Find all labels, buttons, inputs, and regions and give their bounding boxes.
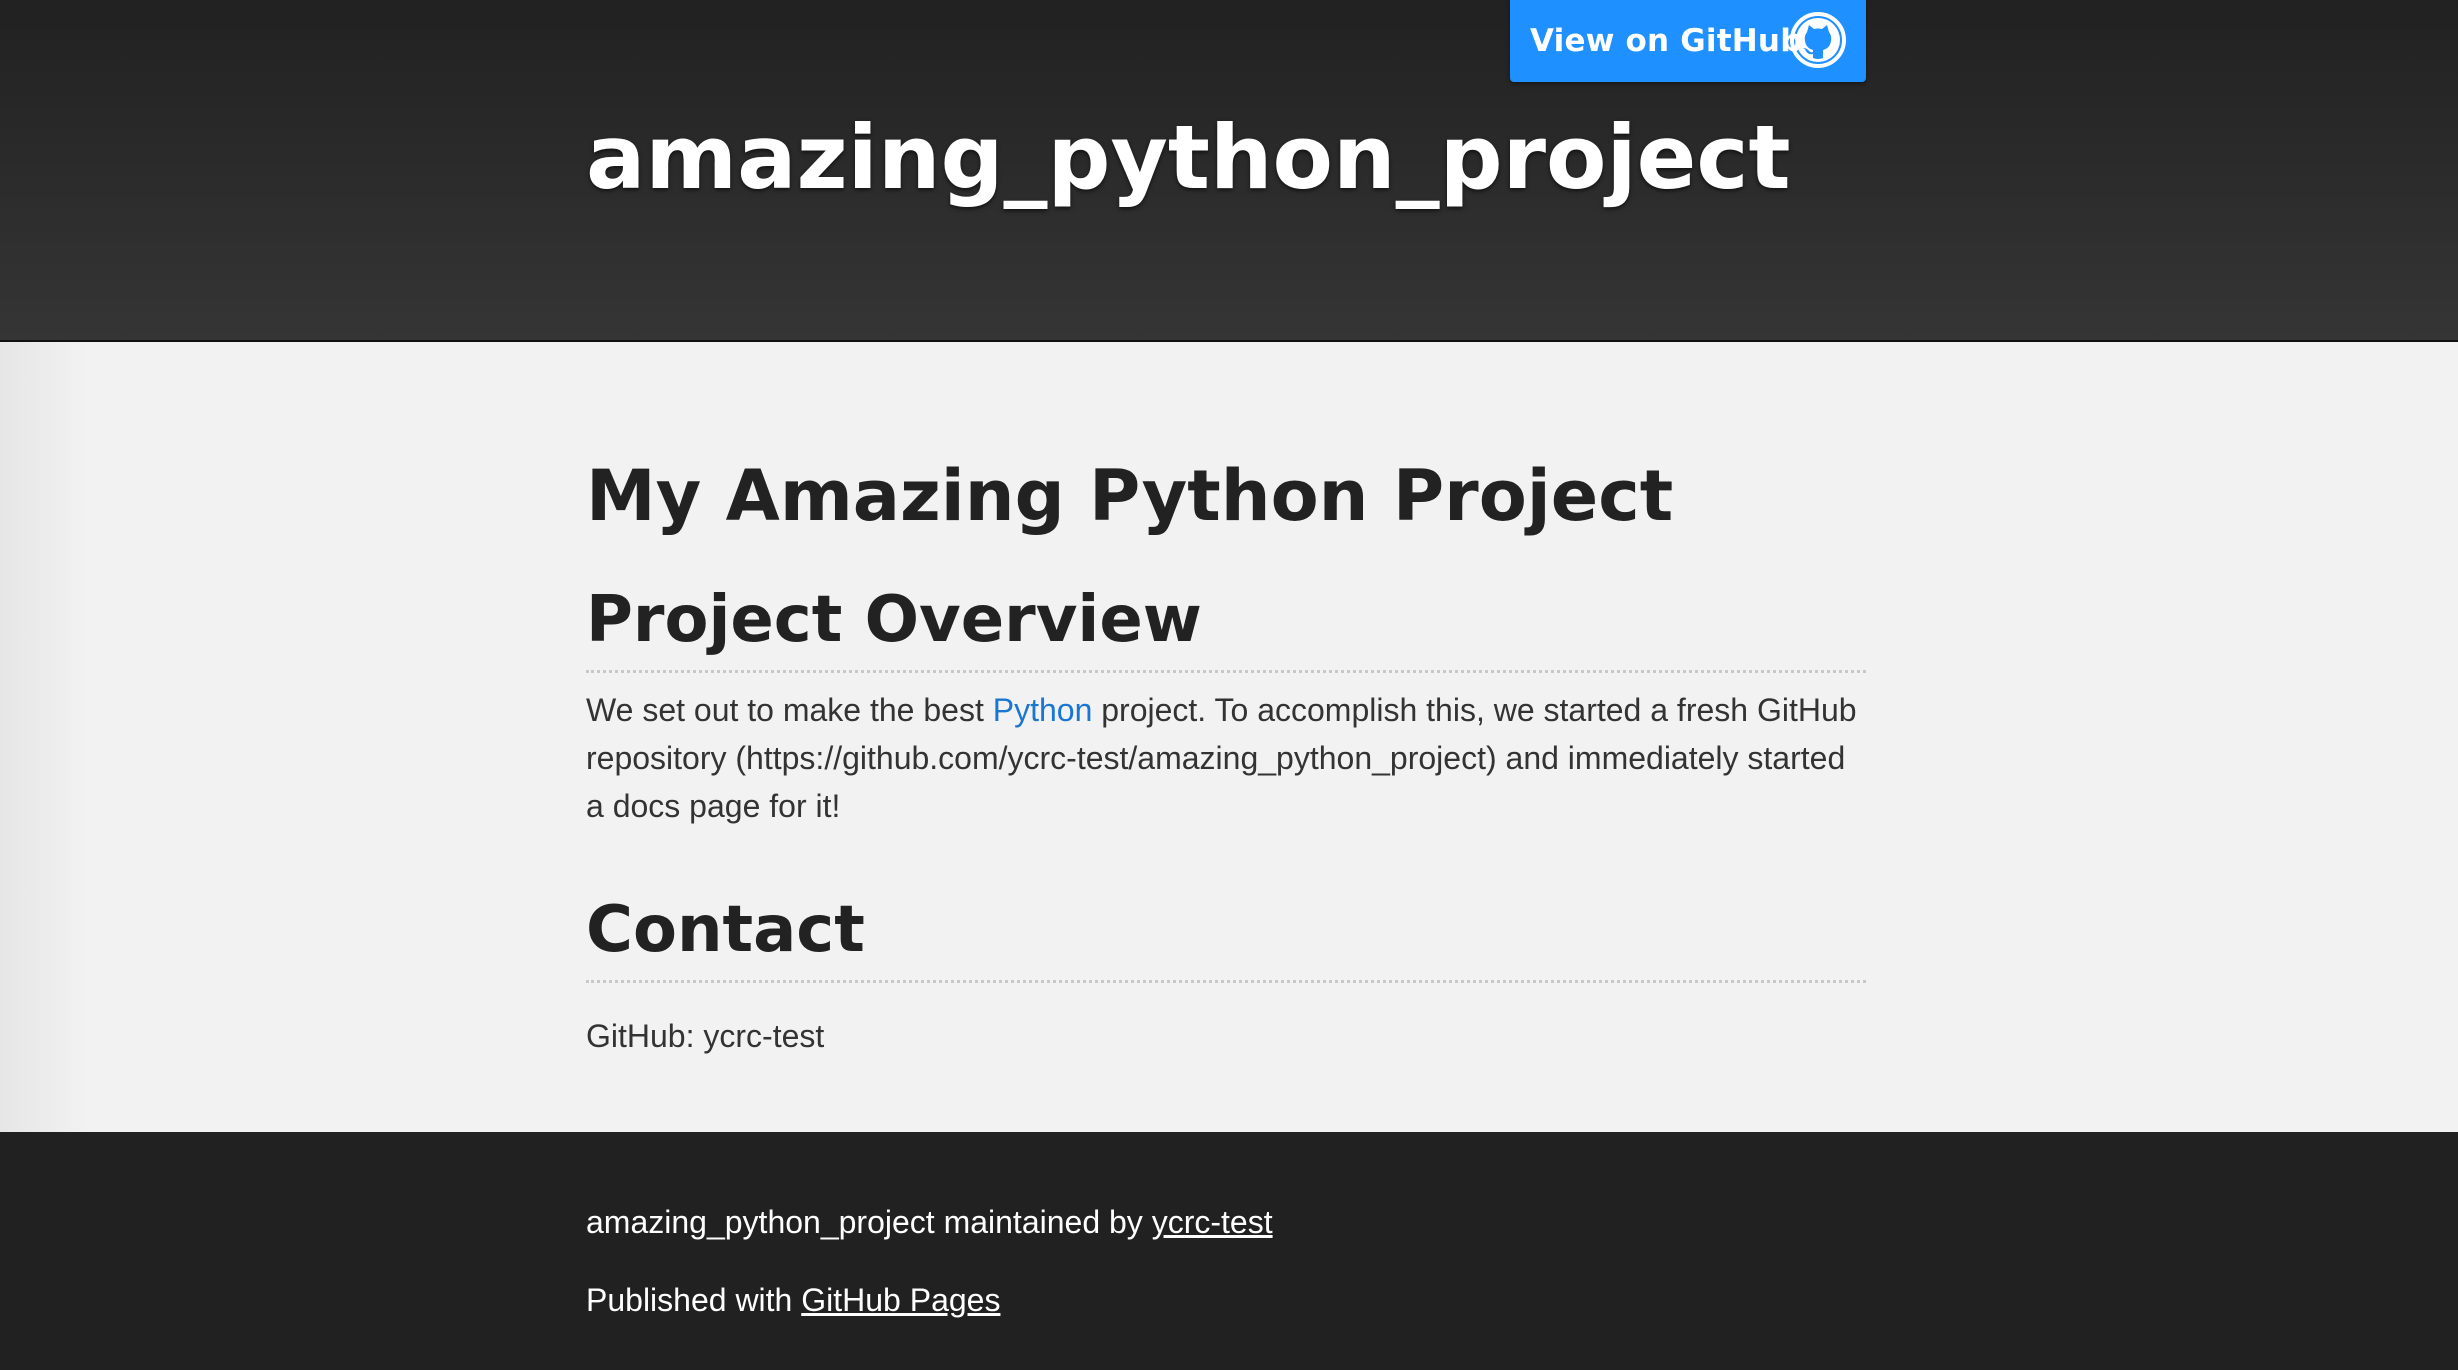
contact-heading: Contact xyxy=(586,888,1866,983)
site-header: View on GitHub amazing_python_project xyxy=(0,0,2458,342)
page-heading: My Amazing Python Project xyxy=(586,455,1674,537)
site-footer: amazing_python_project maintained by ycr… xyxy=(0,1132,2458,1370)
footer-published-prefix: Published with xyxy=(586,1282,802,1318)
project-overview-paragraph: We set out to make the best Python proje… xyxy=(586,686,1866,830)
contact-text: GitHub: ycrc-test xyxy=(586,1018,825,1054)
main-content-area: My Amazing Python Project Project Overvi… xyxy=(0,342,2458,1132)
site-title: amazing_python_project xyxy=(586,106,1791,209)
footer-published-line: Published with GitHub Pages xyxy=(586,1278,1000,1322)
overview-text-start: We set out to make the best xyxy=(586,692,993,728)
footer-maintained-prefix: amazing_python_project maintained by xyxy=(586,1204,1152,1240)
python-link[interactable]: Python xyxy=(993,692,1093,728)
github-pages-link[interactable]: GitHub Pages xyxy=(801,1282,1000,1318)
maintainer-link[interactable]: ycrc-test xyxy=(1152,1204,1273,1240)
project-overview-heading: Project Overview xyxy=(586,578,1866,673)
view-on-github-button[interactable]: View on GitHub xyxy=(1510,0,1866,82)
footer-maintained-line: amazing_python_project maintained by ycr… xyxy=(586,1200,1273,1244)
github-octocat-icon xyxy=(1790,12,1846,68)
view-on-github-label: View on GitHub xyxy=(1530,23,1803,59)
